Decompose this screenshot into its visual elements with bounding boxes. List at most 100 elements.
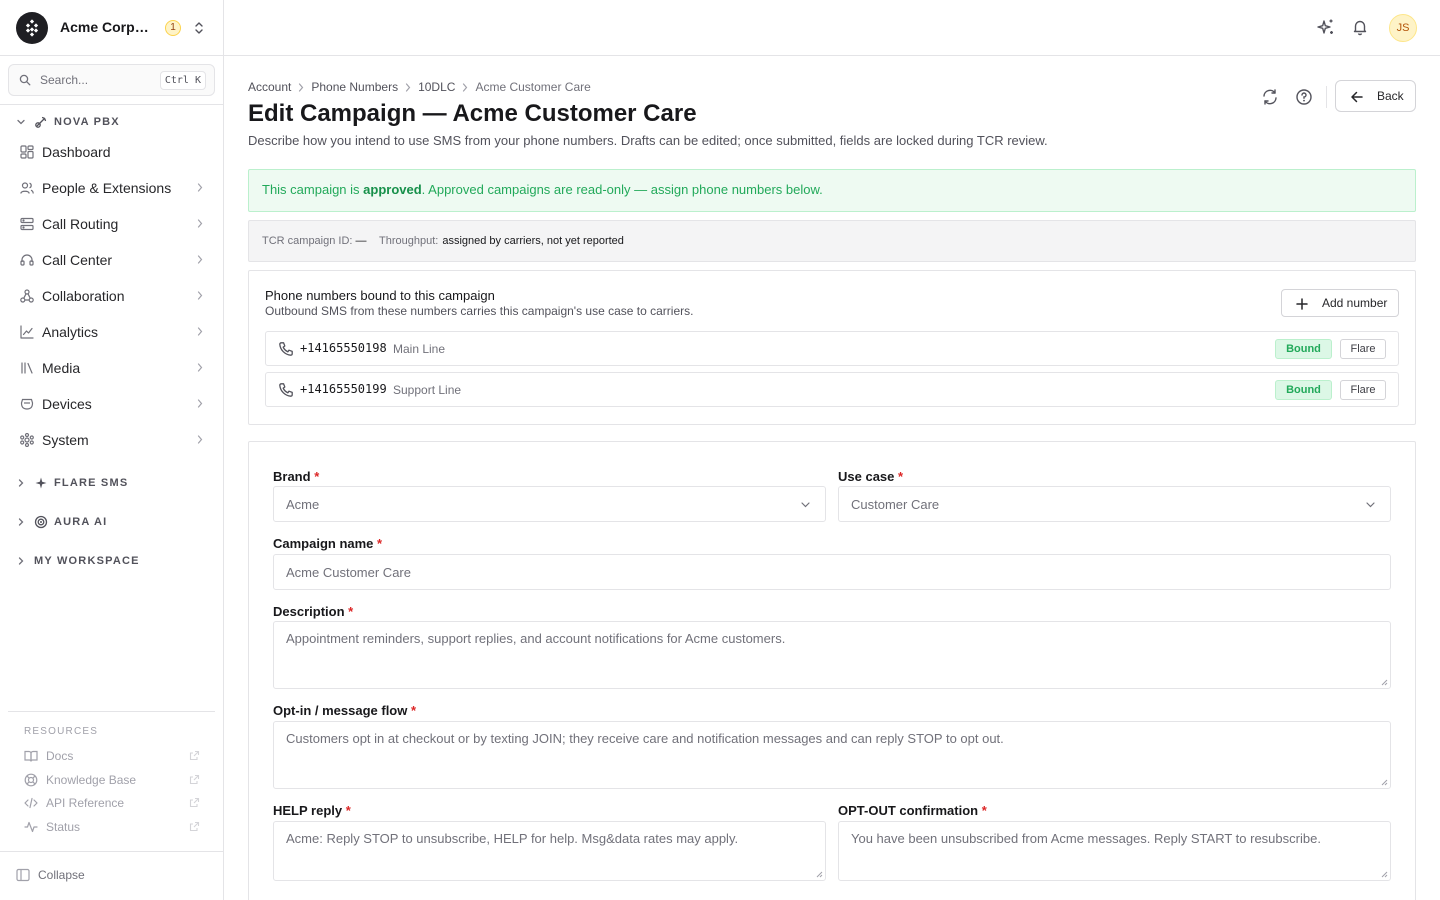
bound-numbers-card: Phone numbers bound to this campaign Out… [248, 270, 1416, 425]
main-content: Account Phone Numbers 10DLC Acme Custome… [248, 56, 1416, 900]
input-value: Acme Customer Care [286, 565, 411, 580]
description-textarea[interactable]: Appointment reminders, support replies, … [273, 621, 1391, 689]
divider [0, 851, 223, 852]
help-reply-textarea[interactable]: Acme: Reply STOP to unsubscribe, HELP fo… [273, 821, 826, 881]
required-mark: * [410, 703, 417, 718]
media-icon [20, 361, 34, 375]
required-mark: * [898, 469, 904, 484]
resource-docs[interactable]: Docs [24, 746, 200, 766]
brand-select[interactable]: Acme [273, 486, 826, 522]
section-nova-pbx[interactable]: NOVA PBX [16, 114, 120, 130]
required-mark: * [314, 469, 320, 484]
chevron-right-icon [197, 399, 203, 408]
section-my-workspace[interactable]: MY WORKSPACE [16, 553, 140, 569]
required-mark: * [377, 536, 383, 551]
divider [1326, 86, 1327, 108]
card-subtitle: Outbound SMS from these numbers carries … [265, 304, 694, 318]
campaign-meta: TCR campaign ID: — Throughput: assigned b… [248, 220, 1416, 262]
back-button[interactable]: Back [1335, 80, 1416, 112]
number-label: Main Line [393, 342, 446, 356]
section-aura-ai[interactable]: AURA AI [16, 514, 107, 530]
resource-label: API Reference [46, 796, 125, 810]
chevron-right-icon [197, 363, 203, 372]
external-link-icon [189, 797, 200, 808]
phone-icon [278, 341, 294, 357]
page-subtitle: Describe how you intend to use SMS from … [248, 133, 1048, 148]
sidebar-search[interactable]: Search... Ctrl K [8, 64, 215, 96]
chevron-right-icon [197, 183, 203, 192]
section-flare-sms[interactable]: FLARE SMS [16, 475, 128, 491]
textarea-value: Customers opt in at checkout or by texti… [286, 731, 1004, 746]
campaign-name-input[interactable]: Acme Customer Care [273, 554, 1391, 590]
search-shortcut: Ctrl K [159, 71, 206, 90]
label-text: Use case [838, 469, 895, 484]
campaign-form: Brand * Acme Use case * Customer Care Ca… [248, 441, 1416, 900]
chevron-right-icon [197, 255, 203, 264]
sparkles-icon[interactable] [1317, 18, 1335, 36]
add-number-button[interactable]: Add number [1281, 289, 1399, 317]
breadcrumb-account[interactable]: Account [248, 80, 291, 94]
sidebar-item-label: Media [42, 360, 81, 376]
provider-badge: Flare [1340, 339, 1386, 359]
target-icon [34, 515, 48, 529]
throughput-value: assigned by carriers, not yet reported [442, 235, 624, 247]
divider [0, 104, 223, 105]
chevron-right-icon [405, 82, 411, 92]
sidebar-item-collaboration[interactable]: Collaboration [8, 280, 215, 312]
sidebar-item-label: Dashboard [42, 144, 111, 160]
brand-label: Brand * [273, 469, 319, 484]
sidebar-item-label: Analytics [42, 324, 99, 340]
phone-number: +14165550199 [300, 382, 387, 396]
sidebar-item-system[interactable]: System [8, 424, 215, 456]
sidebar-item-people[interactable]: People & Extensions [8, 172, 215, 204]
resize-grip-icon[interactable] [1380, 678, 1388, 686]
back-label: Back [1377, 89, 1404, 103]
resize-grip-icon[interactable] [1380, 870, 1388, 878]
plus-icon [1295, 297, 1309, 311]
sparkle-icon [34, 476, 48, 490]
resource-label: Status [46, 820, 81, 834]
org-count-badge: 1 [165, 20, 181, 36]
resource-knowledge-base[interactable]: Knowledge Base [24, 770, 200, 790]
sidebar-item-call-center[interactable]: Call Center [8, 244, 215, 276]
label-text: Description [273, 604, 345, 619]
chevrons-up-down-icon[interactable] [192, 20, 206, 36]
select-value: Customer Care [851, 497, 940, 512]
number-row[interactable]: +14165550199 Support Line Bound Flare [265, 372, 1399, 407]
org-switcher[interactable]: Acme Corporation 1 [0, 0, 223, 56]
sidebar-item-media[interactable]: Media [8, 352, 215, 384]
number-row[interactable]: +14165550198 Main Line Bound Flare [265, 331, 1399, 366]
sidebar-item-label: People & Extensions [42, 180, 172, 196]
resource-status[interactable]: Status [24, 817, 200, 837]
help-circle-icon[interactable] [1295, 88, 1313, 106]
use-case-select[interactable]: Customer Care [838, 486, 1391, 522]
avatar[interactable]: JS [1389, 14, 1417, 42]
breadcrumb-phone-numbers[interactable]: Phone Numbers [311, 80, 398, 94]
sidebar-item-label: Collaboration [42, 288, 125, 304]
description-label: Description * [273, 604, 353, 619]
analytics-icon [20, 325, 34, 339]
sidebar-collapse-icon [16, 868, 30, 882]
resize-grip-icon[interactable] [815, 870, 823, 878]
breadcrumb: Account Phone Numbers 10DLC Acme Custome… [248, 80, 591, 94]
bell-icon[interactable] [1351, 18, 1369, 36]
code-icon [24, 796, 38, 810]
opt-out-textarea[interactable]: You have been unsubscribed from Acme mes… [838, 821, 1391, 881]
chevron-right-icon [197, 327, 203, 336]
external-link-icon [189, 821, 200, 832]
collapse-sidebar-button[interactable]: Collapse [16, 867, 85, 883]
sidebar-item-analytics[interactable]: Analytics [8, 316, 215, 348]
sidebar-item-call-routing[interactable]: Call Routing [8, 208, 215, 240]
sidebar-item-label: Devices [42, 396, 92, 412]
status-badge: Bound [1275, 380, 1332, 400]
sidebar-item-devices[interactable]: Devices [8, 388, 215, 420]
opt-in-textarea[interactable]: Customers opt in at checkout or by texti… [273, 721, 1391, 789]
breadcrumb-10dlc[interactable]: 10DLC [418, 80, 455, 94]
resize-grip-icon[interactable] [1380, 778, 1388, 786]
resource-label: Knowledge Base [46, 773, 137, 787]
sidebar-item-dashboard[interactable]: Dashboard [8, 136, 215, 168]
org-logo-icon [25, 19, 39, 37]
refresh-icon[interactable] [1261, 88, 1279, 106]
resource-api-reference[interactable]: API Reference [24, 793, 200, 813]
provider-badge: Flare [1340, 380, 1386, 400]
